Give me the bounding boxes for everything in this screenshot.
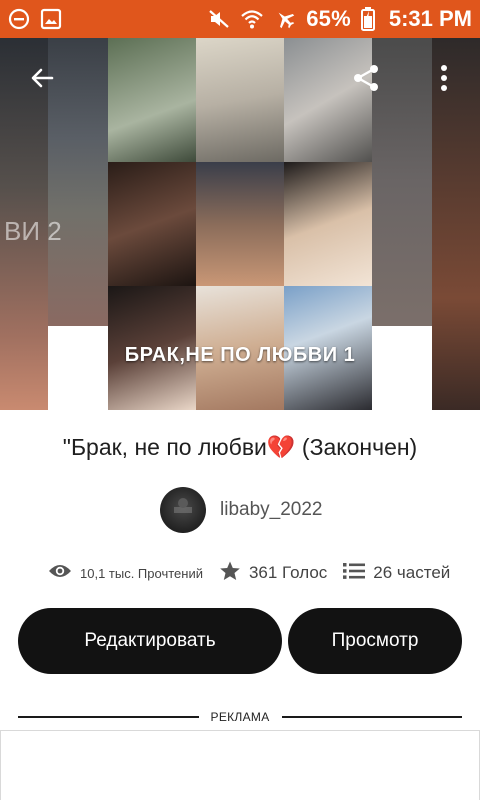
more-vertical-icon <box>440 64 448 96</box>
dnd-icon <box>8 8 30 30</box>
divider-line <box>18 716 199 718</box>
mute-icon <box>208 8 230 30</box>
eye-icon <box>48 562 72 585</box>
reads-stat: 10,1 тыс. Прочтений <box>48 562 203 585</box>
star-icon <box>219 560 241 587</box>
author-link[interactable]: libaby_2022 <box>160 487 322 533</box>
story-title: "Брак, не по любви💔 (Закончен) <box>62 434 418 460</box>
avatar <box>160 487 206 533</box>
arrow-left-icon <box>28 64 56 97</box>
more-options-button[interactable] <box>422 58 466 102</box>
edit-button[interactable]: Редактировать <box>18 608 282 674</box>
reads-count: 10,1 тыс. Прочтений <box>80 565 203 581</box>
clock: 5:31 PM <box>388 6 472 31</box>
author-name[interactable]: libaby_2022 <box>220 499 322 521</box>
ad-divider: РЕКЛАМА <box>18 708 463 726</box>
battery-percent: 65% <box>306 6 351 31</box>
battery-icon <box>360 7 375 31</box>
parts-stat: 26 частей <box>343 562 450 585</box>
parts-count: 26 частей <box>373 563 451 582</box>
status-right: 65% 5:31 PM <box>208 6 472 32</box>
cover-title-text: БРАК,НЕ ПО ЛЮБВИ 1 <box>124 344 356 366</box>
cover-carousel[interactable]: ВИ 2 БРАК,НЕ ПО ЛЮБВИ 1 <box>0 38 480 410</box>
cover-collage-tile <box>108 38 196 162</box>
status-bar: 65% 5:31 PM <box>0 0 480 38</box>
story-stats: 10,1 тыс. Прочтений 361 Голос 26 частей <box>48 558 450 588</box>
ad-container[interactable] <box>0 730 480 800</box>
cover-collage-tile <box>196 162 284 286</box>
cover-collage-tile <box>108 162 196 286</box>
share-icon <box>351 63 381 98</box>
airplane-icon <box>274 8 296 30</box>
image-icon <box>40 8 62 30</box>
view-button[interactable]: Просмотр <box>288 608 462 674</box>
story-cover[interactable]: БРАК,НЕ ПО ЛЮБВИ 1 <box>108 38 372 410</box>
cover-collage-tile <box>284 162 372 286</box>
divider-line <box>281 716 463 718</box>
share-button[interactable] <box>344 58 388 102</box>
wifi-icon <box>240 8 264 30</box>
ad-label: РЕКЛАМА <box>210 710 270 724</box>
votes-stat: 361 Голос <box>219 560 327 587</box>
back-button[interactable] <box>20 58 64 102</box>
status-left <box>8 8 62 30</box>
cover-collage-tile <box>196 38 284 162</box>
list-icon <box>343 562 366 585</box>
votes-count: 361 Голос <box>248 563 328 582</box>
previous-cover-title: ВИ 2 <box>4 216 62 246</box>
